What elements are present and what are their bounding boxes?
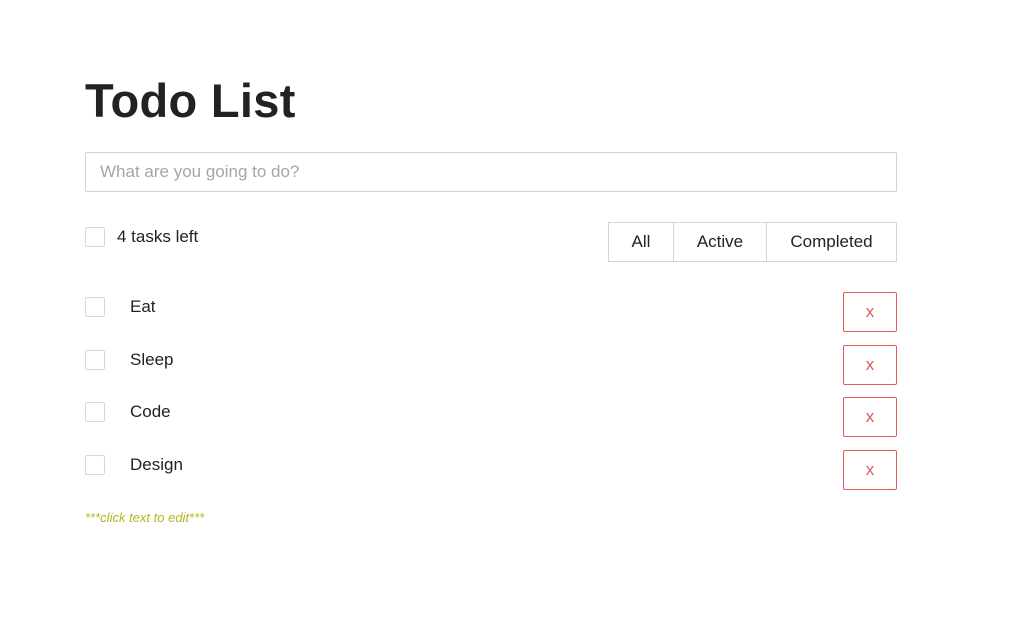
filter-all-button[interactable]: All (608, 222, 674, 262)
filter-group: All Active Completed (608, 222, 897, 262)
todo-checkbox[interactable] (85, 350, 105, 370)
todo-item: Design x (85, 450, 897, 490)
todo-text[interactable]: Design (130, 454, 183, 476)
todo-item: Eat x (85, 292, 897, 332)
delete-todo-button[interactable]: x (843, 292, 897, 332)
filter-active-button[interactable]: Active (673, 222, 767, 262)
todo-item: Sleep x (85, 345, 897, 385)
filter-completed-button[interactable]: Completed (766, 222, 897, 262)
delete-todo-button[interactable]: x (843, 397, 897, 437)
edit-hint: ***click text to edit*** (85, 510, 205, 525)
tasks-left-count: 4 tasks left (117, 227, 199, 246)
new-todo-input[interactable] (85, 152, 897, 192)
todo-checkbox[interactable] (85, 455, 105, 475)
todo-checkbox[interactable] (85, 297, 105, 317)
page-title: Todo List (85, 74, 296, 127)
delete-todo-button[interactable]: x (843, 450, 897, 490)
todo-text[interactable]: Eat (130, 296, 156, 318)
todo-checkbox[interactable] (85, 402, 105, 422)
toggle-all-checkbox[interactable] (85, 227, 105, 247)
todo-item: Code x (85, 397, 897, 437)
todo-text[interactable]: Code (130, 401, 171, 423)
todo-text[interactable]: Sleep (130, 349, 173, 371)
delete-todo-button[interactable]: x (843, 345, 897, 385)
